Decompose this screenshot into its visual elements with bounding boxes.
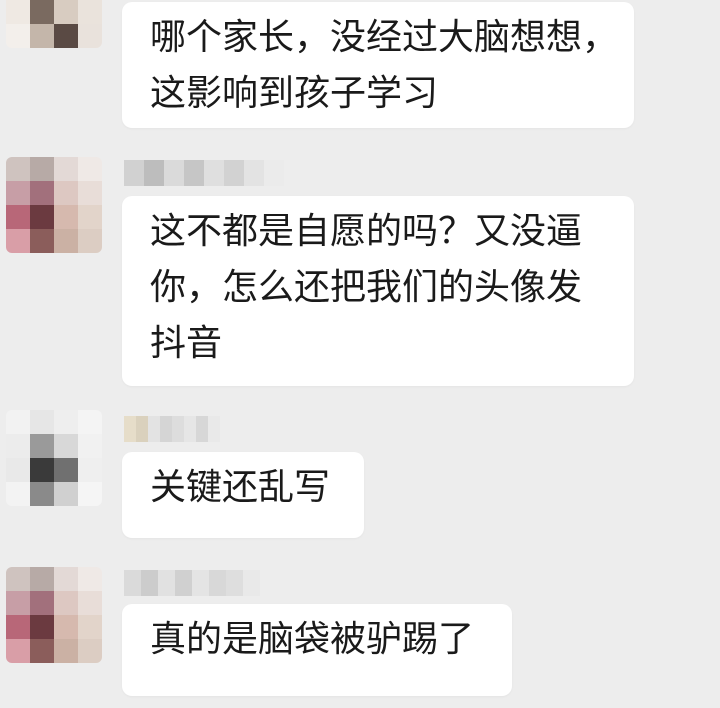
- message-bubble[interactable]: 这不都是自愿的吗？又没逼 你，怎么还把我们的头像发 抖音: [122, 196, 634, 386]
- sender-name-blurred: [124, 570, 260, 596]
- message-text-line: 这不都是自愿的吗？又没逼: [150, 211, 583, 252]
- avatar-blurred[interactable]: [6, 0, 102, 48]
- avatar-blurred[interactable]: [6, 410, 102, 506]
- message-text-line: 你，怎么还把我们的头像发: [150, 267, 583, 308]
- message-text-line: 哪个家长，没经过大脑想想，: [150, 17, 619, 58]
- message-bubble[interactable]: 哪个家长，没经过大脑想想， 这影响到孩子学习: [122, 2, 634, 128]
- avatar-blurred[interactable]: [6, 567, 102, 663]
- message-bubble[interactable]: 关键还乱写: [122, 452, 364, 538]
- message-text-line: 关键还乱写: [150, 467, 331, 508]
- message-text-line: 真的是脑袋被驴踢了: [150, 619, 475, 660]
- message-text-line: 抖音: [150, 323, 223, 364]
- sender-name-blurred: [124, 160, 284, 186]
- message-text-line: 这影响到孩子学习: [150, 73, 439, 114]
- message-bubble[interactable]: 真的是脑袋被驴踢了: [122, 604, 512, 696]
- sender-name-blurred: [124, 416, 220, 442]
- avatar-blurred[interactable]: [6, 157, 102, 253]
